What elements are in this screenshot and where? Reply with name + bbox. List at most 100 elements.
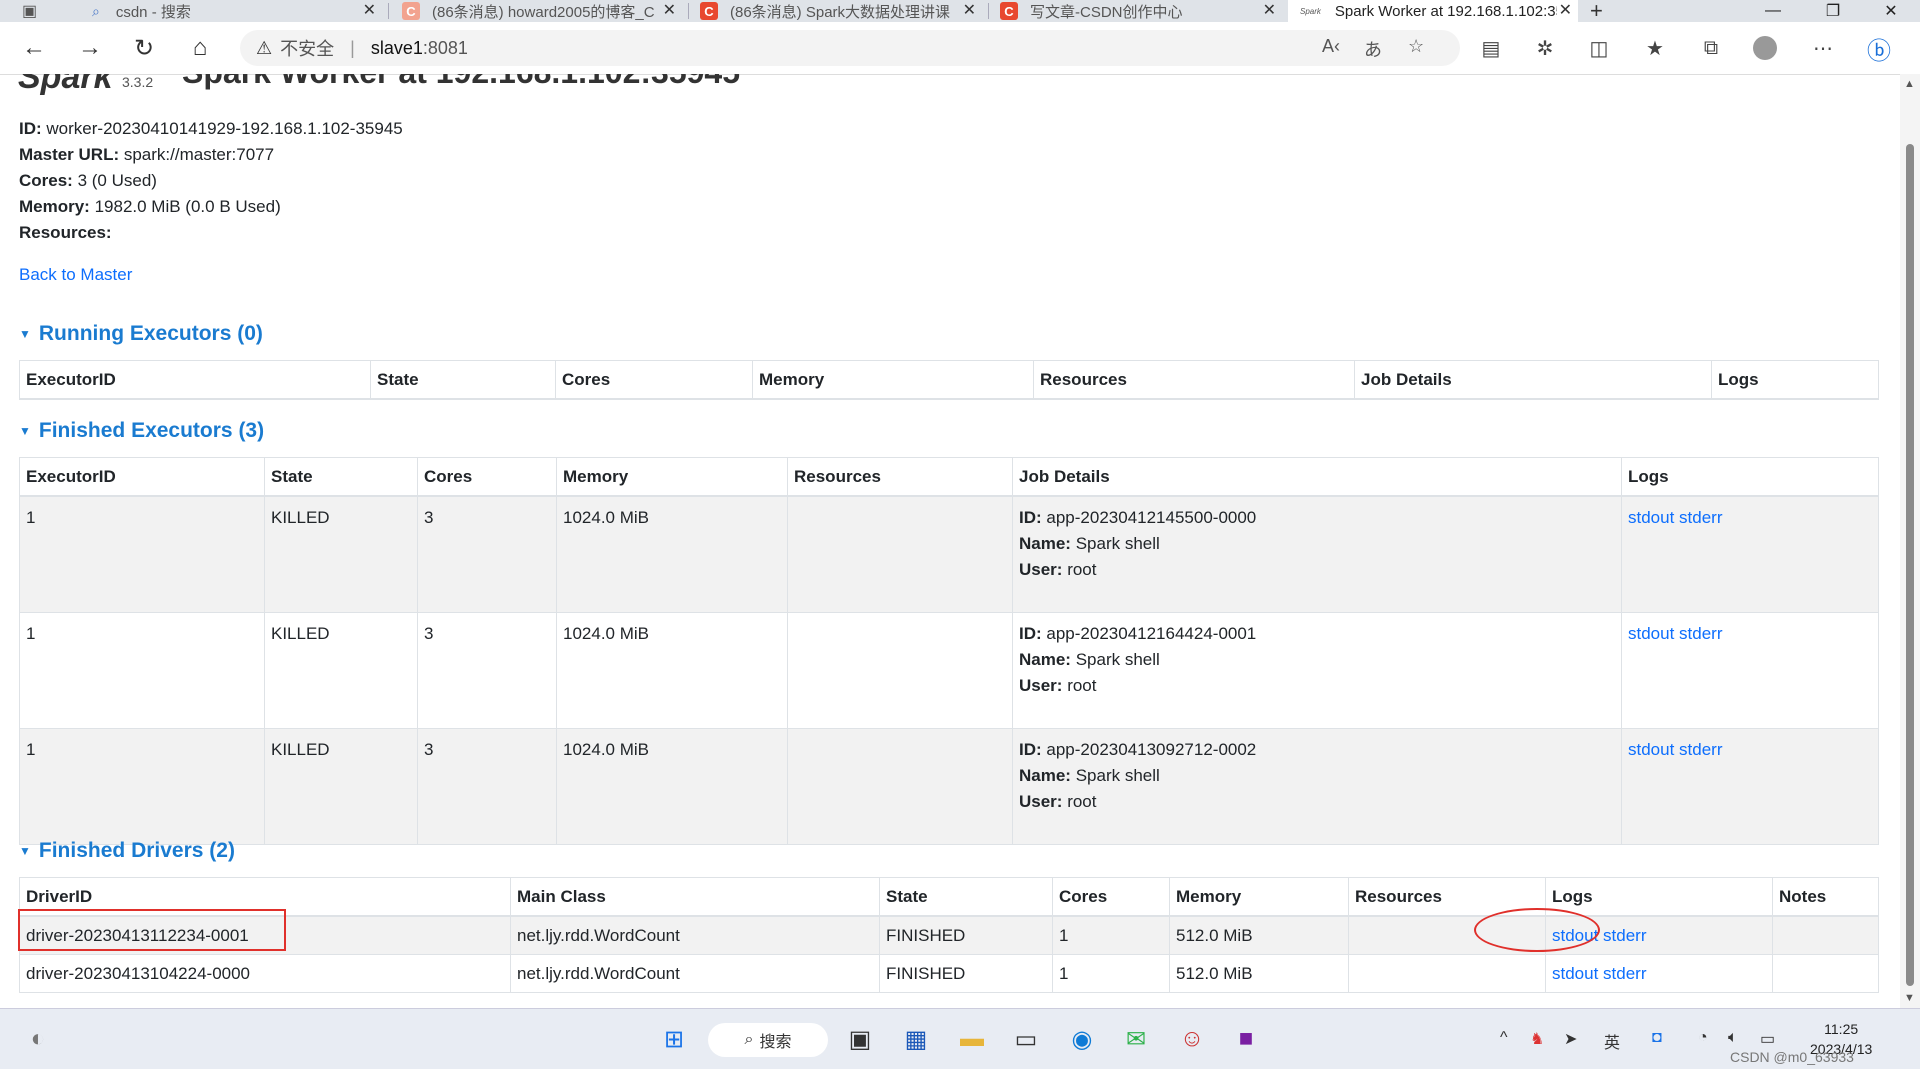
taskbar-search-button[interactable]: ⌕ 搜索 <box>708 1023 828 1057</box>
finished-executors-toggle[interactable]: ▼ Finished Executors (3) <box>19 419 264 443</box>
forward-button[interactable]: → <box>74 32 106 64</box>
file-explorer-icon[interactable]: ▬ <box>954 1021 990 1057</box>
refresh-button[interactable]: ↻ <box>128 32 160 64</box>
more-menu-icon[interactable]: ⋯ <box>1808 34 1838 62</box>
stderr-link[interactable]: stderr <box>1679 624 1722 643</box>
app-cat-icon[interactable]: ☺ <box>1174 1021 1210 1057</box>
close-tab-icon[interactable]: ✕ <box>1559 0 1572 20</box>
tab-howard-blog[interactable]: C (86条消息) howard2005的博客_C ✕ <box>402 0 682 22</box>
close-tab-icon[interactable]: ✕ <box>363 0 376 20</box>
refresh-icon: ↻ <box>133 34 155 62</box>
edge-browser-icon[interactable]: ◉ <box>1064 1021 1100 1057</box>
minimize-button[interactable]: — <box>1750 0 1796 22</box>
stderr-link[interactable]: stderr <box>1679 740 1722 759</box>
scroll-up-icon[interactable]: ▲ <box>1904 78 1915 90</box>
back-button[interactable]: ← <box>18 32 50 64</box>
stdout-link[interactable]: stdout <box>1628 624 1674 643</box>
tab-title: Spark Worker at 192.168.1.102:35 <box>1334 2 1557 20</box>
memory-cell: 512.0 MiB <box>1169 954 1349 993</box>
executor-id-cell: 1 <box>19 728 265 845</box>
close-tab-icon[interactable]: ✕ <box>663 0 676 20</box>
tab-csdn-write[interactable]: C 写文章-CSDN创作中心 ✕ <box>1000 0 1282 22</box>
column-header[interactable]: Cores <box>417 457 557 497</box>
send-tray-icon[interactable]: ➤ <box>1564 1029 1577 1049</box>
battery-icon[interactable]: ▭ <box>1760 1029 1775 1049</box>
intellij-icon[interactable]: ■ <box>1228 1021 1264 1057</box>
search-icon: ⌕ <box>92 2 100 19</box>
column-header[interactable]: ExecutorID <box>19 360 371 400</box>
column-header[interactable]: Job Details <box>1012 457 1622 497</box>
stdout-link[interactable]: stdout <box>1552 964 1598 983</box>
column-header[interactable]: State <box>370 360 556 400</box>
collections-icon[interactable]: ⧉ <box>1696 34 1726 62</box>
table-header-row: ExecutorID State Cores Memory Resources … <box>19 360 1879 400</box>
translate-icon[interactable]: あ <box>1364 36 1382 62</box>
column-header[interactable]: Memory <box>1169 877 1349 917</box>
page-scrollbar[interactable]: ▲ ▼ <box>1900 74 1920 1008</box>
workspaces-icon[interactable]: ▤ <box>1476 34 1506 62</box>
restore-button[interactable]: ❐ <box>1810 0 1856 22</box>
address-bar[interactable]: ⚠ 不安全 | slave1:8081 A‹ あ ☆ <box>240 30 1460 66</box>
stdout-link[interactable]: stdout <box>1628 740 1674 759</box>
warning-icon: ⚠ <box>256 37 273 58</box>
new-tab-button[interactable]: + <box>1590 0 1620 23</box>
finished-drivers-toggle[interactable]: ▼ Finished Drivers (2) <box>19 839 235 863</box>
close-window-button[interactable]: ✕ <box>1868 0 1914 22</box>
column-header[interactable]: Memory <box>752 360 1034 400</box>
close-tab-icon[interactable]: ✕ <box>963 0 976 20</box>
column-header[interactable]: State <box>264 457 418 497</box>
column-header[interactable]: Resources <box>1033 360 1355 400</box>
column-header[interactable]: Cores <box>1052 877 1170 917</box>
column-header[interactable]: Main Class <box>510 877 880 917</box>
resources-cell <box>787 495 1013 613</box>
column-header[interactable]: Resources <box>787 457 1013 497</box>
qq-tray-icon[interactable]: ♞ <box>1530 1029 1544 1049</box>
scrollbar-thumb[interactable] <box>1906 144 1914 986</box>
tray-overflow-icon[interactable]: ^ <box>1500 1029 1508 1047</box>
back-to-master-link[interactable]: Back to Master <box>19 262 132 288</box>
start-menu-icon[interactable]: ⊞ <box>656 1021 692 1057</box>
input-method-icon[interactable]: 英 <box>1604 1029 1620 1053</box>
clock-time: 11:25 <box>1824 1021 1859 1037</box>
remote-desktop-icon[interactable]: ▭ <box>1008 1021 1044 1057</box>
column-header[interactable]: Cores <box>555 360 753 400</box>
qq-browser-tray-icon[interactable]: ◘ <box>1652 1029 1662 1047</box>
tab-spark-lecture[interactable]: C (86条消息) Spark大数据处理讲课 ✕ <box>700 0 982 22</box>
favorites-icon[interactable]: ★ <box>1640 34 1670 62</box>
browser-tab-strip: ▣ ⌕ csdn - 搜索 ✕ C (86条消息) howard2005的博客_… <box>0 0 1920 23</box>
scroll-down-icon[interactable]: ▼ <box>1904 992 1915 1004</box>
tab-spark-worker[interactable]: Spark Spark Worker at 192.168.1.102:35 ✕ <box>1288 0 1578 22</box>
read-aloud-icon[interactable]: A‹ <box>1322 36 1340 57</box>
column-header[interactable]: State <box>879 877 1053 917</box>
column-header[interactable]: Logs <box>1621 457 1879 497</box>
bing-copilot-icon[interactable]: ⓑ <box>1864 34 1894 65</box>
extensions-icon[interactable]: ✲ <box>1530 34 1560 62</box>
column-header[interactable]: Job Details <box>1354 360 1712 400</box>
add-favorite-icon[interactable]: ☆ <box>1408 36 1424 57</box>
store-icon[interactable]: ▦ <box>898 1021 934 1057</box>
column-header[interactable]: Notes <box>1772 877 1879 917</box>
column-header[interactable]: Logs <box>1711 360 1879 400</box>
column-header[interactable]: Memory <box>556 457 788 497</box>
running-executors-toggle[interactable]: ▼ Running Executors (0) <box>19 322 263 346</box>
tab-csdn-search[interactable]: ⌕ csdn - 搜索 ✕ <box>92 0 382 22</box>
stderr-link[interactable]: stderr <box>1603 964 1646 983</box>
close-tab-icon[interactable]: ✕ <box>1263 0 1276 20</box>
task-view-icon[interactable]: ▣ <box>842 1021 878 1057</box>
profile-avatar[interactable] <box>1750 34 1780 62</box>
tab-actions-button[interactable]: ▣ <box>0 0 60 22</box>
column-header[interactable]: ExecutorID <box>19 457 265 497</box>
home-button[interactable]: ⌂ <box>184 32 216 64</box>
stderr-link[interactable]: stderr <box>1603 926 1646 945</box>
widgets-icon[interactable]: ◐ <box>20 1021 56 1057</box>
wechat-icon[interactable]: ✉ <box>1118 1021 1154 1057</box>
stderr-link[interactable]: stderr <box>1679 508 1722 527</box>
stdout-link[interactable]: stdout <box>1628 508 1674 527</box>
collapse-arrow-icon: ▼ <box>19 844 31 858</box>
wifi-icon[interactable]: ◔ <box>1698 1029 1708 1047</box>
column-header[interactable]: Logs <box>1545 877 1773 917</box>
app-id-label: ID: <box>1019 740 1042 759</box>
security-label[interactable]: 不安全 <box>280 35 334 61</box>
split-screen-icon[interactable]: ◫ <box>1584 34 1614 62</box>
volume-icon[interactable]: 🔈︎ <box>1728 1029 1738 1047</box>
